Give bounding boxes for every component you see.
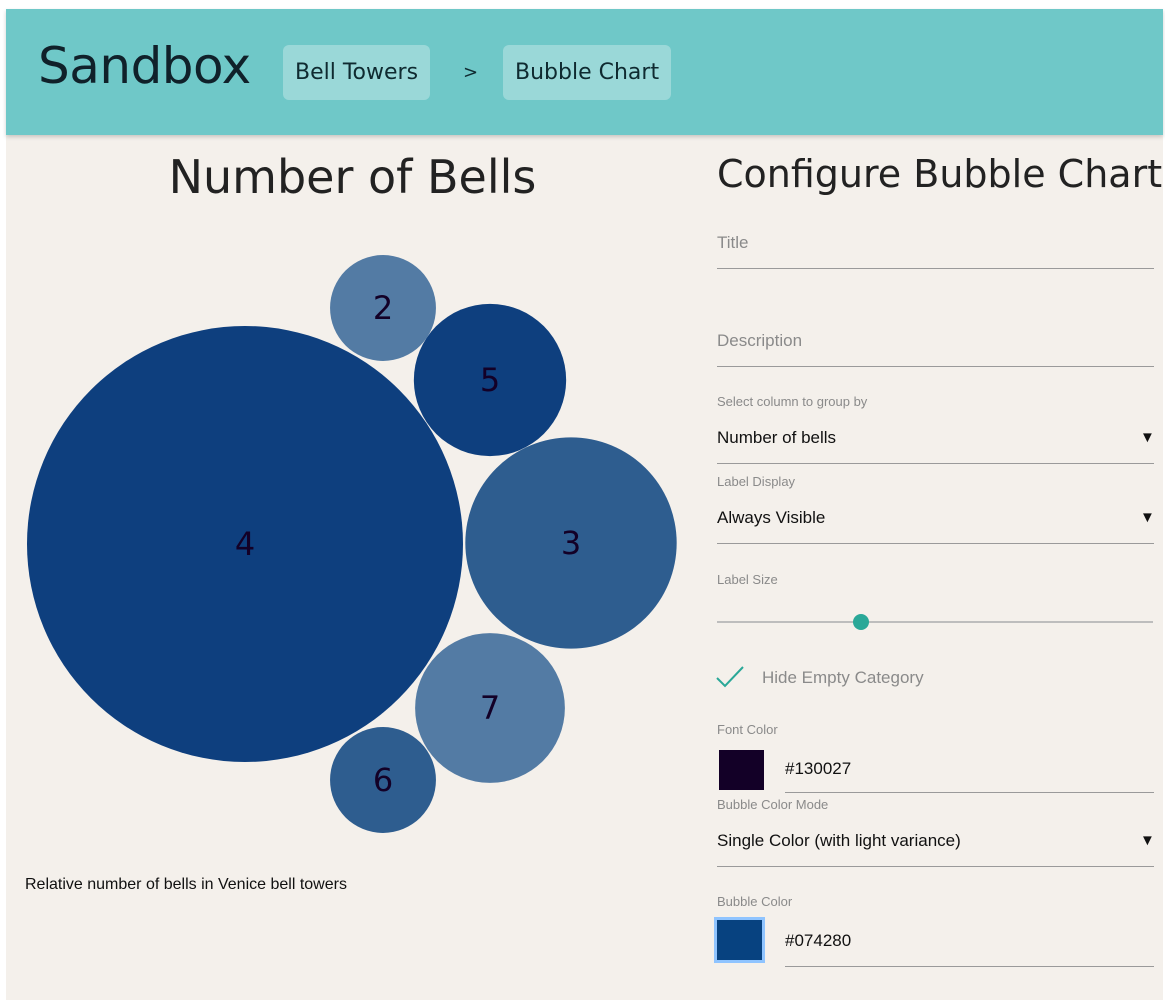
- bubble-chart: 4 3 5 7 2 6: [27, 255, 677, 833]
- bubble-label: 7: [480, 689, 500, 727]
- bubble-color-mode-select[interactable]: Single Color (with light variance): [717, 831, 961, 851]
- bubble-6[interactable]: 6: [330, 727, 436, 833]
- bubble-color-swatch[interactable]: [714, 917, 765, 963]
- hide-empty-category-label[interactable]: Hide Empty Category: [762, 668, 924, 688]
- breadcrumb-separator: >: [463, 62, 479, 83]
- description-input[interactable]: Description: [717, 331, 802, 351]
- breadcrumb-bell-towers[interactable]: Bell Towers: [283, 45, 431, 100]
- label-size-slider-thumb[interactable]: [852, 614, 869, 630]
- bubble-color-input[interactable]: #074280: [785, 931, 851, 951]
- group-by-underline: [717, 463, 1154, 464]
- bubble-color-underline: [785, 966, 1154, 967]
- font-color-underline: [785, 792, 1154, 793]
- caret-down-icon[interactable]: ▼: [1140, 509, 1155, 526]
- font-color-swatch[interactable]: [719, 750, 764, 790]
- group-by-select[interactable]: Number of bells: [717, 428, 836, 448]
- bubble-7[interactable]: 7: [415, 633, 565, 783]
- label-display-label: Label Display: [717, 474, 796, 489]
- bubble-label: 6: [373, 761, 393, 799]
- font-color-input[interactable]: #130027: [785, 759, 851, 779]
- caret-down-icon[interactable]: ▼: [1140, 429, 1155, 446]
- font-color-label: Font Color: [717, 722, 778, 737]
- window-frame-top: [0, 0, 1165, 9]
- chart-description: Relative number of bells in Venice bell …: [25, 876, 347, 893]
- bubble-3[interactable]: 3: [465, 437, 677, 649]
- bubble-label: 4: [235, 525, 255, 563]
- bubble-color-mode-underline: [717, 866, 1154, 867]
- label-size-label: Label Size: [717, 572, 778, 587]
- bubble-2[interactable]: 2: [330, 255, 436, 361]
- group-by-label: Select column to group by: [717, 394, 868, 409]
- caret-down-icon[interactable]: ▼: [1140, 832, 1155, 849]
- label-display-underline: [717, 543, 1154, 544]
- chart-title: Number of Bells: [168, 150, 537, 204]
- bubble-label: 5: [480, 361, 500, 399]
- breadcrumb-bubble-chart[interactable]: Bubble Chart: [503, 45, 672, 100]
- bubble-color-label: Bubble Color: [717, 894, 793, 909]
- title-input-underline: [717, 268, 1154, 269]
- label-size-slider-track[interactable]: [717, 621, 1153, 623]
- title-input[interactable]: Title: [717, 233, 749, 253]
- bubble-4[interactable]: 4: [27, 326, 463, 762]
- bubble-label: 2: [373, 289, 393, 327]
- app-header: Sandbox Bell Towers > Bubble Chart: [6, 9, 1163, 135]
- app-title: Sandbox: [38, 37, 251, 95]
- check-icon[interactable]: [715, 664, 745, 690]
- bubble-5[interactable]: 5: [413, 303, 567, 457]
- bubble-label: 3: [561, 524, 581, 562]
- config-title: Configure Bubble Chart: [717, 152, 1163, 196]
- bubble-color-mode-label: Bubble Color Mode: [717, 797, 829, 812]
- label-display-select[interactable]: Always Visible: [717, 508, 825, 528]
- description-input-underline: [717, 366, 1154, 367]
